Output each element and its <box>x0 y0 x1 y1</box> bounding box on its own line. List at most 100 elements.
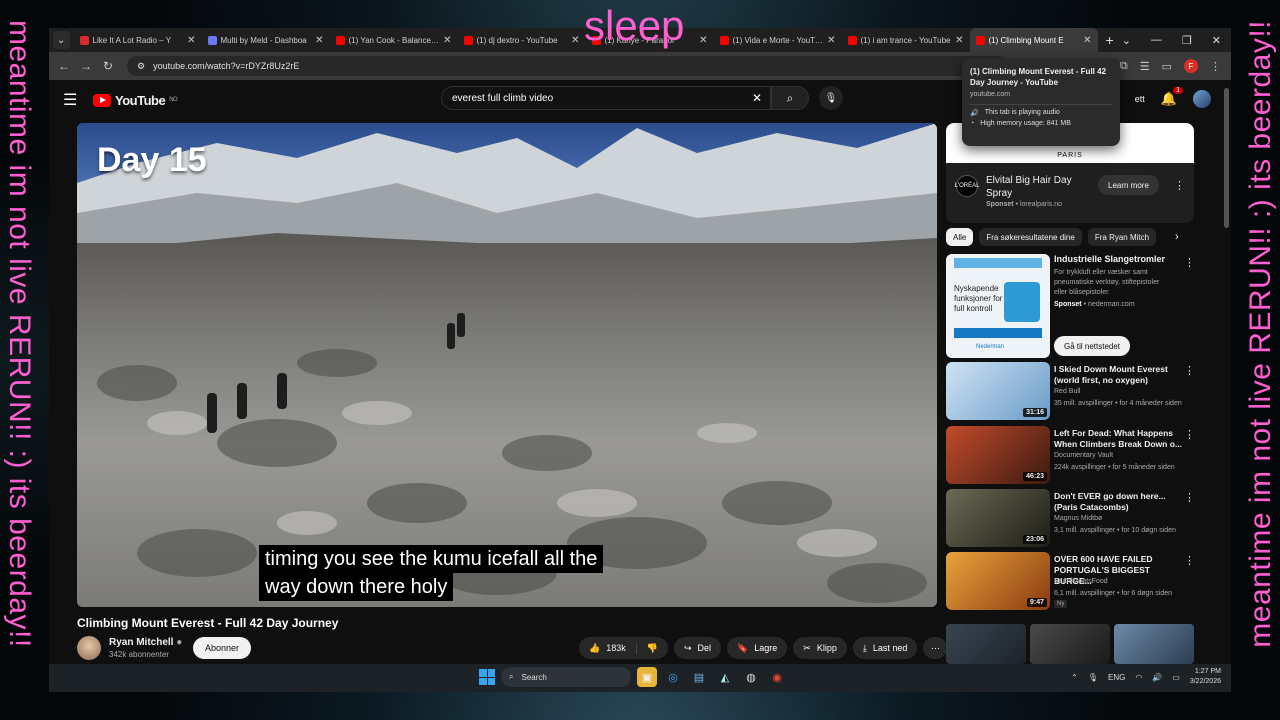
extensions-icon[interactable]: ⧉ <box>1120 60 1128 73</box>
tray-chevron-icon[interactable]: ⌃ <box>1071 673 1078 682</box>
subscribe-button[interactable]: Abonner <box>193 637 252 659</box>
browser-tab[interactable]: (1) Yan Cook - Balance - Y ✕ <box>330 28 458 52</box>
save-button[interactable]: 🔖 Lagre <box>727 637 788 659</box>
video-thumbnail[interactable]: 46:23 <box>946 426 1050 484</box>
close-tab-icon[interactable]: ✕ <box>955 35 963 46</box>
menu-icon[interactable]: ⋮ <box>1210 60 1221 73</box>
close-tab-icon[interactable]: ✕ <box>315 35 323 46</box>
recommended-video[interactable]: 46:23 Left For Dead: What Happens When Cl… <box>946 426 1195 484</box>
voice-search-button[interactable]: 🎙 <box>819 86 843 110</box>
page-scrollbar[interactable] <box>1224 88 1229 228</box>
browser-tab[interactable]: (1) i am trance - YouTube ✕ <box>842 28 970 52</box>
app-icon[interactable]: ◭ <box>715 667 735 687</box>
close-window-button[interactable]: ✕ <box>1212 34 1221 47</box>
clip-button[interactable]: ✂ Klipp <box>793 637 847 659</box>
start-button[interactable] <box>479 669 495 685</box>
video-thumbnail[interactable]: 23:06 <box>946 489 1050 547</box>
battery-icon[interactable]: ▭ <box>1172 673 1180 682</box>
chevron-right-icon[interactable]: › <box>1175 231 1179 243</box>
language-indicator[interactable]: ENG <box>1108 673 1125 682</box>
forward-button[interactable]: → <box>75 59 97 73</box>
search-button[interactable]: ⌕ <box>771 86 809 110</box>
app-icon[interactable]: ◍ <box>741 667 761 687</box>
browser-tab[interactable]: (1) Vida e Morte - YouTub ✕ <box>714 28 842 52</box>
chip-from-channel[interactable]: Fra Ryan Mitch <box>1087 228 1157 246</box>
clock[interactable]: 1:27 PM 3/22/2026 <box>1190 667 1221 687</box>
file-explorer-icon[interactable]: ▣ <box>637 667 657 687</box>
tab-list-chevron-icon[interactable]: ⌄ <box>1122 34 1131 47</box>
recommended-video[interactable]: 31:16 I Skied Down Mount Everest (world f… <box>946 362 1195 420</box>
video-title[interactable]: I Skied Down Mount Everest (world first,… <box>1054 364 1182 386</box>
video-thumbnail[interactable]: 9:47 <box>946 552 1050 610</box>
video-title[interactable]: Don't EVER go down here... (Paris Cataco… <box>1054 491 1182 513</box>
reading-list-icon[interactable]: ☰ <box>1140 60 1150 73</box>
share-button[interactable]: ↪ Del <box>673 637 722 659</box>
dislike-button[interactable]: 👎 <box>637 643 668 654</box>
close-tab-icon[interactable]: ✕ <box>571 35 579 46</box>
back-button[interactable]: ← <box>53 59 75 73</box>
browser-tab[interactable]: Like It A Lot Radio – Y ✕ <box>74 28 202 52</box>
ad-menu-icon[interactable]: ⋮ <box>1184 256 1195 269</box>
recommended-video[interactable]: 23:06 Don't EVER go down here... (Paris C… <box>946 489 1195 547</box>
thumbnail[interactable] <box>1030 624 1110 664</box>
edge-icon[interactable]: ◎ <box>663 667 683 687</box>
new-tab-button[interactable]: + <box>1098 32 1122 48</box>
volume-icon[interactable]: 🔊 <box>1152 673 1162 682</box>
thumbnail[interactable] <box>1114 624 1194 664</box>
recommended-video[interactable]: 9:47 OVER 600 HAVE FAILED PORTUGAL'S BIGG… <box>946 552 1195 610</box>
download-button[interactable]: ⤓ Last ned <box>852 637 918 659</box>
video-menu-icon[interactable]: ⋮ <box>1184 554 1195 567</box>
nederman-ad[interactable]: Nyskapende funksjoner for full kontroll … <box>946 254 1195 358</box>
browser-tab[interactable]: Multi by Meld - Dashboa ✕ <box>202 28 330 52</box>
clear-search-icon[interactable]: ✕ <box>752 91 762 105</box>
taskbar-search[interactable]: ⌕ Search <box>501 667 631 687</box>
youtube-logo[interactable]: YouTube NO <box>93 93 178 108</box>
close-tab-icon[interactable]: ✕ <box>699 35 707 46</box>
ad-menu-icon[interactable]: ⋮ <box>1174 179 1185 192</box>
address-bar[interactable]: ⚙ youtube.com/watch?v=rDYZr8Uz2rE <box>127 56 1007 76</box>
mic-icon[interactable]: 🎙 <box>1088 673 1098 682</box>
create-button[interactable]: ett <box>1135 94 1145 104</box>
channel-name[interactable]: Ryan Mitchell ● <box>109 637 182 648</box>
minimize-button[interactable]: — <box>1151 34 1162 47</box>
site-info-icon[interactable]: ⚙ <box>137 61 145 72</box>
hamburger-menu-icon[interactable]: ☰ <box>63 90 93 110</box>
wifi-icon[interactable]: ◠ <box>1135 673 1142 682</box>
account-avatar[interactable] <box>1193 90 1211 108</box>
close-tab-icon[interactable]: ✕ <box>443 35 451 46</box>
close-tab-icon[interactable]: ✕ <box>1083 35 1091 46</box>
close-tab-icon[interactable]: ✕ <box>827 35 835 46</box>
video-player[interactable]: Day 15 timing you see the kumu icefall a… <box>77 123 937 607</box>
browser-tab[interactable]: (1) dj dextro - YouTube ✕ <box>458 28 586 52</box>
app-icon[interactable]: ▤ <box>689 667 709 687</box>
maximize-button[interactable]: ❐ <box>1182 34 1192 47</box>
thumbnail[interactable] <box>946 624 1026 664</box>
video-menu-icon[interactable]: ⋮ <box>1184 491 1195 504</box>
visit-site-button[interactable]: Gå til nettstedet <box>1054 336 1131 356</box>
chrome-icon[interactable]: ◉ <box>767 667 787 687</box>
chip-from-search[interactable]: Fra søkeresultatene dine <box>979 228 1082 246</box>
tab-search-button[interactable]: ⌄ <box>53 31 70 49</box>
close-tab-icon[interactable]: ✕ <box>187 35 195 46</box>
sidepanel-icon[interactable]: ▭ <box>1162 60 1172 73</box>
like-button[interactable]: 👍 183k <box>579 642 637 654</box>
video-thumbnail[interactable]: 31:16 <box>946 362 1050 420</box>
channel-avatar[interactable] <box>77 636 101 660</box>
reload-button[interactable]: ↻ <box>97 59 119 73</box>
learn-more-button[interactable]: Learn more <box>1098 175 1159 195</box>
profile-avatar[interactable]: F <box>1184 59 1198 73</box>
video-title[interactable]: Left For Dead: What Happens When Climber… <box>1054 428 1182 450</box>
browser-tab[interactable]: (1) Climbing Mount E ✕ <box>969 28 1098 52</box>
channel-name[interactable]: BeardMeatsFood <box>1054 578 1108 585</box>
channel-name[interactable]: Red Bull <box>1054 388 1080 395</box>
more-actions-button[interactable]: ⋯ <box>923 637 948 659</box>
chip-all[interactable]: Alle <box>946 228 974 246</box>
video-menu-icon[interactable]: ⋮ <box>1184 428 1195 441</box>
search-input[interactable]: everest full climb video ✕ <box>441 86 771 110</box>
video-menu-icon[interactable]: ⋮ <box>1184 364 1195 377</box>
notifications-button[interactable]: 🔔 1 <box>1161 87 1183 107</box>
download-label: Last ned <box>872 643 908 653</box>
channel-name[interactable]: Magnus Midtbø <box>1054 515 1102 522</box>
tab-favicon-icon <box>79 35 89 45</box>
channel-name[interactable]: Documentary Vault <box>1054 452 1113 459</box>
